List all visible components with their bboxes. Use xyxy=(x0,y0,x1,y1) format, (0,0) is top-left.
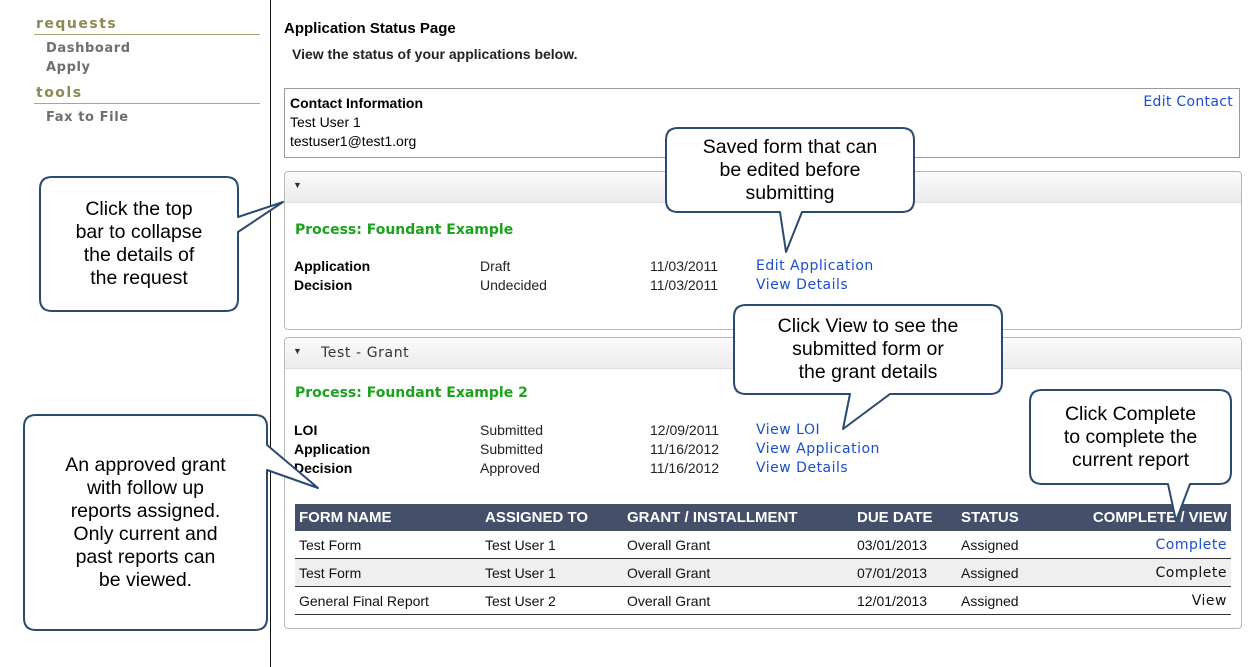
callout-saved-form: Saved form that can be edited before sub… xyxy=(702,135,878,204)
callout-click-complete: Click Complete to complete the current r… xyxy=(1063,402,1198,471)
callout-click-view: Click View to see the submitted form or … xyxy=(777,315,959,383)
callout-top-bar: Click the top bar to collapse the detail… xyxy=(75,198,203,289)
callout-approved-grant: An approved grant with follow up reports… xyxy=(65,453,226,591)
